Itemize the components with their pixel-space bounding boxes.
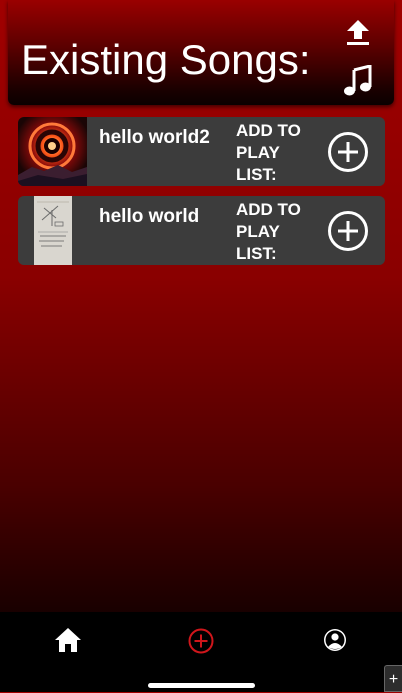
song-thumbnail bbox=[18, 117, 87, 186]
add-circle-icon[interactable] bbox=[188, 628, 214, 654]
bottom-navigation bbox=[0, 612, 402, 692]
home-icon[interactable] bbox=[54, 627, 82, 653]
add-to-playlist-label: ADD TO PLAY LIST: bbox=[236, 200, 301, 263]
add-circle-icon[interactable] bbox=[327, 131, 369, 173]
song-card[interactable]: hello world2 ADD TO PLAY LIST: bbox=[18, 117, 385, 186]
header-bar: Existing Songs: bbox=[8, 0, 394, 105]
corner-add-tab[interactable]: + bbox=[384, 665, 402, 692]
music-note-icon[interactable] bbox=[343, 65, 373, 97]
song-title: hello world2 bbox=[99, 127, 210, 148]
song-card[interactable]: hello world ADD TO PLAY LIST: bbox=[18, 196, 385, 265]
home-indicator[interactable] bbox=[148, 683, 255, 688]
profile-icon[interactable] bbox=[323, 628, 347, 652]
upload-icon[interactable] bbox=[345, 18, 371, 46]
add-circle-icon[interactable] bbox=[327, 210, 369, 252]
song-title: hello world bbox=[99, 206, 200, 227]
song-thumbnail bbox=[34, 196, 72, 265]
add-to-playlist-label: ADD TO PLAY LIST: bbox=[236, 121, 301, 184]
page-title: Existing Songs: bbox=[21, 36, 311, 83]
